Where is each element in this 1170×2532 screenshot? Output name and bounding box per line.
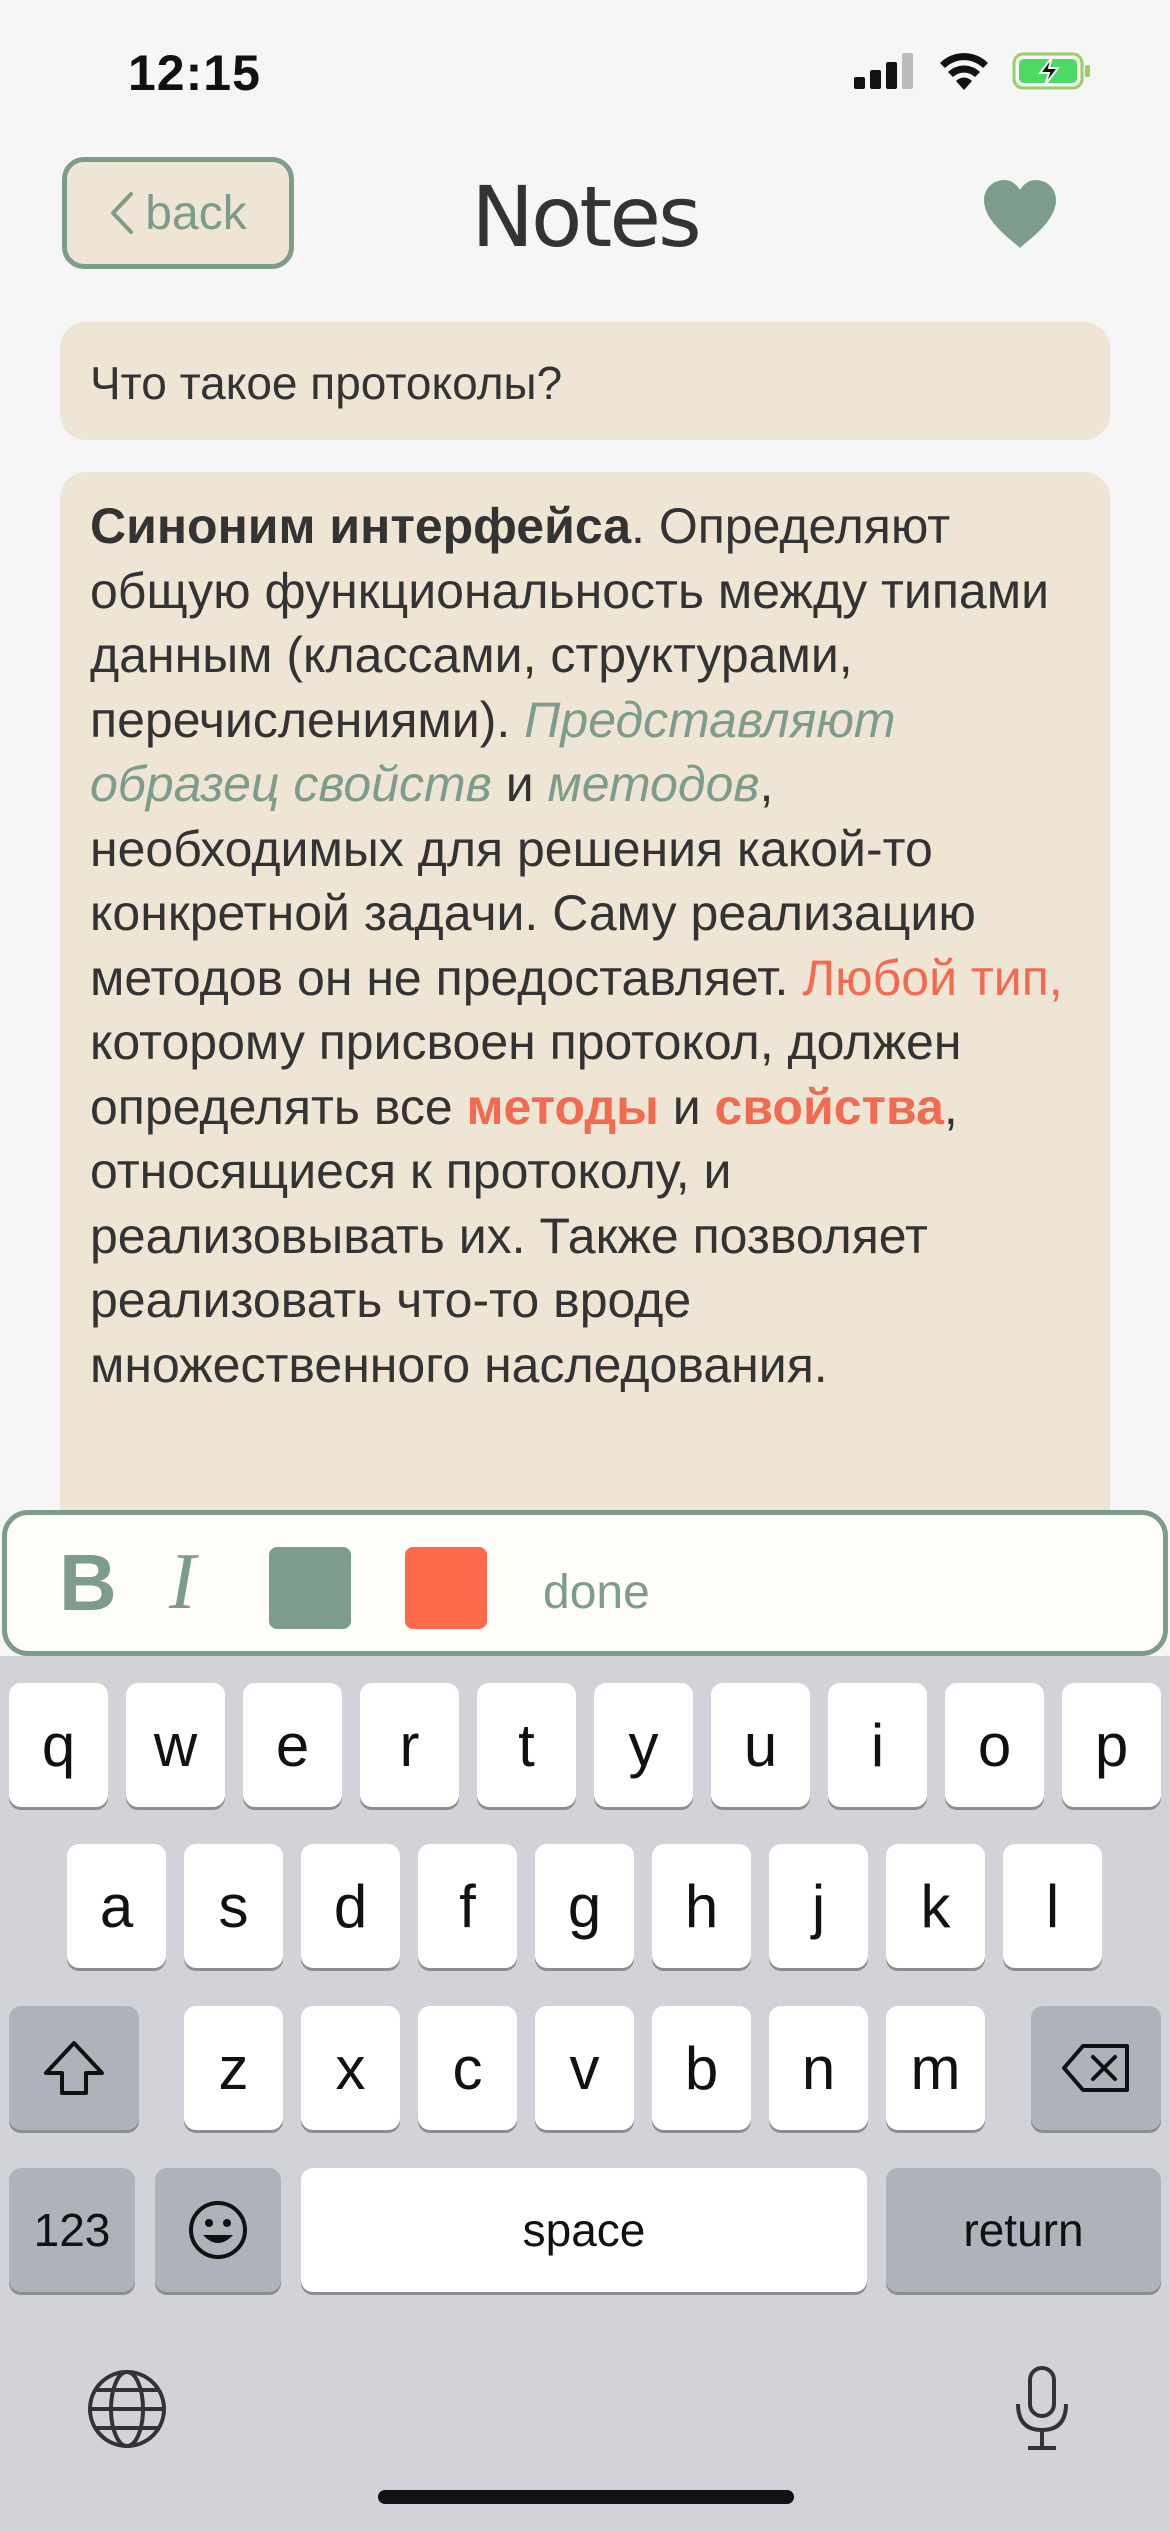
key-f[interactable]: f (418, 1844, 517, 1968)
wifi-icon (940, 53, 988, 90)
key-y[interactable]: y (594, 1683, 693, 1807)
key-s[interactable]: s (184, 1844, 283, 1968)
question-field[interactable]: Что такое протоколы? (60, 322, 1110, 440)
key-o[interactable]: o (945, 1683, 1044, 1807)
key-p[interactable]: p (1062, 1683, 1161, 1807)
key-a[interactable]: a (67, 1844, 166, 1968)
red-color-button[interactable] (405, 1547, 487, 1629)
microphone-icon[interactable] (1010, 2364, 1074, 2454)
status-icons (854, 52, 1092, 90)
return-key[interactable]: return (886, 2168, 1161, 2292)
delete-icon (1062, 2044, 1129, 2092)
answer-text: и (658, 1078, 715, 1135)
key-x[interactable]: x (301, 2006, 400, 2130)
shift-key[interactable] (9, 2006, 139, 2130)
space-key[interactable]: space (301, 2168, 867, 2292)
done-button[interactable]: done (543, 1565, 650, 1620)
key-d[interactable]: d (301, 1844, 400, 1968)
key-k[interactable]: k (886, 1844, 985, 1968)
answer-green-italic-text: методов (547, 756, 760, 812)
answer-red-bold-text: методы (466, 1078, 659, 1135)
key-b[interactable]: b (652, 2006, 751, 2130)
key-c[interactable]: c (418, 2006, 517, 2130)
globe-icon[interactable] (86, 2368, 168, 2450)
key-n[interactable]: n (769, 2006, 868, 2130)
answer-red-text: Любой тип, (802, 949, 1063, 1006)
numbers-key[interactable]: 123 (9, 2168, 135, 2292)
key-e[interactable]: e (243, 1683, 342, 1807)
key-t[interactable]: t (477, 1683, 576, 1807)
status-bar: 12:15 (0, 0, 1170, 150)
key-r[interactable]: r (360, 1683, 459, 1807)
delete-key[interactable] (1031, 2006, 1161, 2130)
key-w[interactable]: w (126, 1683, 225, 1807)
key-m[interactable]: m (886, 2006, 985, 2130)
question-text: Что такое протоколы? (90, 357, 563, 409)
signal-icon (854, 53, 913, 89)
italic-button[interactable]: I (169, 1537, 196, 1628)
key-q[interactable]: q (9, 1683, 108, 1807)
emoji-key[interactable] (155, 2168, 281, 2292)
bold-button[interactable]: B (59, 1537, 117, 1629)
status-time: 12:15 (128, 45, 261, 101)
key-g[interactable]: g (535, 1844, 634, 1968)
shift-icon (44, 2041, 104, 2095)
battery-charging-icon (1012, 52, 1090, 90)
answer-text-area[interactable]: Синоним интерфейса. Определяют общую фун… (60, 472, 1110, 1512)
key-v[interactable]: v (535, 2006, 634, 2130)
key-h[interactable]: h (652, 1844, 751, 1968)
key-l[interactable]: l (1003, 1844, 1102, 1968)
key-u[interactable]: u (711, 1683, 810, 1807)
answer-red-bold-text: свойства (714, 1078, 944, 1135)
keyboard: q w e r t y u i o p a s d f g h j k l z … (0, 1656, 1170, 2532)
format-toolbar: B I done (2, 1510, 1168, 1656)
key-z[interactable]: z (184, 2006, 283, 2130)
key-j[interactable]: j (769, 1844, 868, 1968)
key-i[interactable]: i (828, 1683, 927, 1807)
home-indicator (378, 2490, 794, 2504)
emoji-icon (189, 2201, 247, 2259)
heart-icon[interactable] (982, 178, 1058, 250)
answer-text: и (491, 756, 548, 812)
answer-bold-text: Синоним интерфейса (90, 498, 632, 554)
green-color-button[interactable] (269, 1547, 351, 1629)
